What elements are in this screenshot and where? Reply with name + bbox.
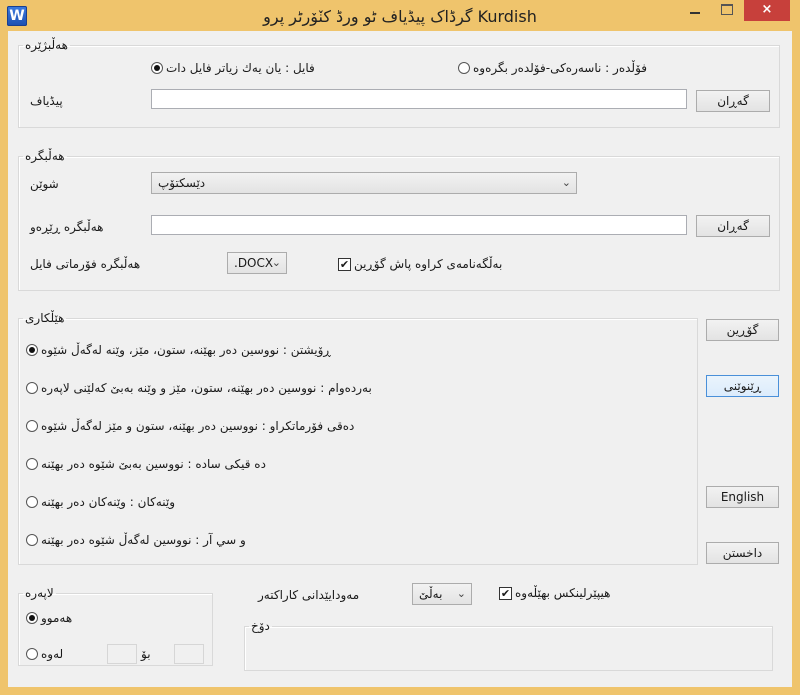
window-client-area: هەڵبژێرە فایل : یان یەك زیاتر فایل دات ف… [8, 31, 792, 687]
close-icon: × [761, 2, 773, 17]
format-label: هەڵبگرە فۆرماتی فایل [30, 257, 141, 271]
pages-range-radio[interactable]: لەوە [26, 647, 63, 661]
mode-option-label: و سي آر : نووسین لەگەڵ شێوە دەر بهێنە [41, 533, 246, 547]
chevron-down-icon: ⌄ [456, 587, 466, 600]
open-after-checkbox[interactable]: ✔ بەڵگەنامەی کراوە پاش گۆڕین [338, 257, 502, 271]
mode-option-label: وێنەکان : وێنەکان دەر بهێنە [41, 495, 176, 509]
minimize-icon [690, 11, 700, 14]
pages-range-label: لەوە [41, 647, 64, 661]
save-path-label: هەڵبگرە ڕێڕەو [30, 220, 104, 234]
radio-folder-button[interactable] [458, 62, 470, 74]
mode-option-label: ڕۆیشتن : نووسین دەر بهێنە، ستون، مێز، وێ… [41, 343, 331, 357]
save-path-input[interactable] [151, 215, 687, 235]
location-value: دێسکتۆپ [158, 176, 206, 190]
char-spacing-dropdown[interactable]: بەڵێ ⌄ [412, 583, 472, 605]
pdf-path-input[interactable] [151, 89, 687, 109]
mode-option-radio[interactable] [26, 344, 38, 356]
chevron-down-icon: ⌄ [271, 256, 281, 269]
pdf-label: پیڈیاف [30, 94, 63, 108]
maximize-button[interactable] [712, 0, 742, 21]
pdf-browse-button[interactable]: گەڕان [696, 90, 770, 112]
radio-file[interactable]: فایل : یان یەك زیاتر فایل دات [151, 61, 315, 75]
hyperlinks-check-icon[interactable]: ✔ [499, 586, 512, 600]
english-button[interactable]: English [706, 486, 779, 508]
mode-group-legend: هێڵکاری [25, 311, 65, 325]
mode-option-label: بەردەوام : نووسین دەر بهێنە، ستون، مێز و… [41, 381, 372, 395]
hyperlinks-checkbox[interactable]: ✔ هیپێرلینکس بهێڵەوە [499, 586, 610, 600]
mode-option[interactable]: بەردەوام : نووسین دەر بهێنە، ستون، مێز و… [26, 381, 372, 395]
open-after-label: بەڵگەنامەی کراوە پاش گۆڕین [354, 257, 503, 271]
page-to-label: بۆ [141, 647, 151, 661]
radio-file-label: فایل : یان یەك زیاتر فایل دات [166, 61, 315, 75]
char-spacing-label: مەودایێدانی کاراکتەر [258, 588, 360, 602]
save-browse-button[interactable]: گەڕان [696, 215, 770, 237]
status-group-legend: دۆخ [251, 619, 270, 633]
radio-file-button[interactable] [151, 62, 163, 74]
convert-button[interactable]: گۆڕین [706, 319, 779, 341]
location-label: شوێن [30, 177, 59, 191]
maximize-icon [721, 4, 733, 15]
minimize-button[interactable] [680, 0, 710, 21]
page-from-input[interactable] [174, 644, 204, 664]
location-dropdown[interactable]: دێسکتۆپ ⌄ [151, 172, 577, 194]
pages-all-radio-button[interactable] [26, 612, 38, 624]
format-dropdown[interactable]: .DOCX ⌄ [227, 252, 287, 274]
open-after-check-icon[interactable]: ✔ [338, 257, 351, 271]
mode-option[interactable]: و سي آر : نووسین لەگەڵ شێوە دەر بهێنە [26, 533, 246, 547]
chevron-down-icon: ⌄ [561, 176, 571, 189]
pages-all-label: هەموو [41, 611, 73, 625]
hyperlinks-label: هیپێرلینکس بهێڵەوە [515, 586, 611, 600]
mode-option[interactable]: وێنەکان : وێنەکان دەر بهێنە [26, 495, 175, 509]
mode-option-radio[interactable] [26, 496, 38, 508]
title-bar[interactable]: W گرڈاک پیڈیاف ٹو ورڈ کنٚوٚرٹر پرو Kurdi… [0, 0, 800, 32]
close-button[interactable]: × [744, 0, 790, 21]
pages-range-radio-button[interactable] [26, 648, 38, 660]
mode-option-radio[interactable] [26, 382, 38, 394]
exit-button[interactable]: داخستن [706, 542, 779, 564]
input-group: هەڵبژێرە [18, 38, 780, 128]
mode-option-label: دە قیکی سادە : نووسین بەبێ شێوە دەر بهێن… [41, 457, 266, 471]
output-group-legend: هەڵبگرە [25, 149, 65, 163]
input-group-legend: هەڵبژێرە [25, 38, 68, 52]
mode-option-label: دەقی فۆرماتکراو : نووسین دەر بهێنە، ستون… [41, 419, 355, 433]
pages-group-legend: لاپەرە [25, 586, 54, 600]
mode-option-radio[interactable] [26, 420, 38, 432]
format-value: .DOCX [234, 256, 274, 270]
page-to-input[interactable] [107, 644, 137, 664]
mode-option[interactable]: دەقی فۆرماتکراو : نووسین دەر بهێنە، ستون… [26, 419, 354, 433]
mode-option-radio[interactable] [26, 534, 38, 546]
mode-option-radio[interactable] [26, 458, 38, 470]
help-button[interactable]: ڕێنوێنی [706, 375, 779, 397]
mode-option[interactable]: دە قیکی سادە : نووسین بەبێ شێوە دەر بهێن… [26, 457, 266, 471]
char-spacing-value: بەڵێ [419, 587, 443, 601]
radio-folder-label: فۆڵدەر : ناسەرەکی-فۆلدەر بگرەوە [473, 61, 647, 75]
pages-all-radio[interactable]: هەموو [26, 611, 72, 625]
status-group: دۆخ [244, 619, 773, 671]
mode-option[interactable]: ڕۆیشتن : نووسین دەر بهێنە، ستون، مێز، وێ… [26, 343, 331, 357]
app-window: W گرڈاک پیڈیاف ٹو ورڈ کنٚوٚرٹر پرو Kurdi… [0, 0, 800, 695]
radio-folder[interactable]: فۆڵدەر : ناسەرەکی-فۆلدەر بگرەوە [458, 61, 647, 75]
